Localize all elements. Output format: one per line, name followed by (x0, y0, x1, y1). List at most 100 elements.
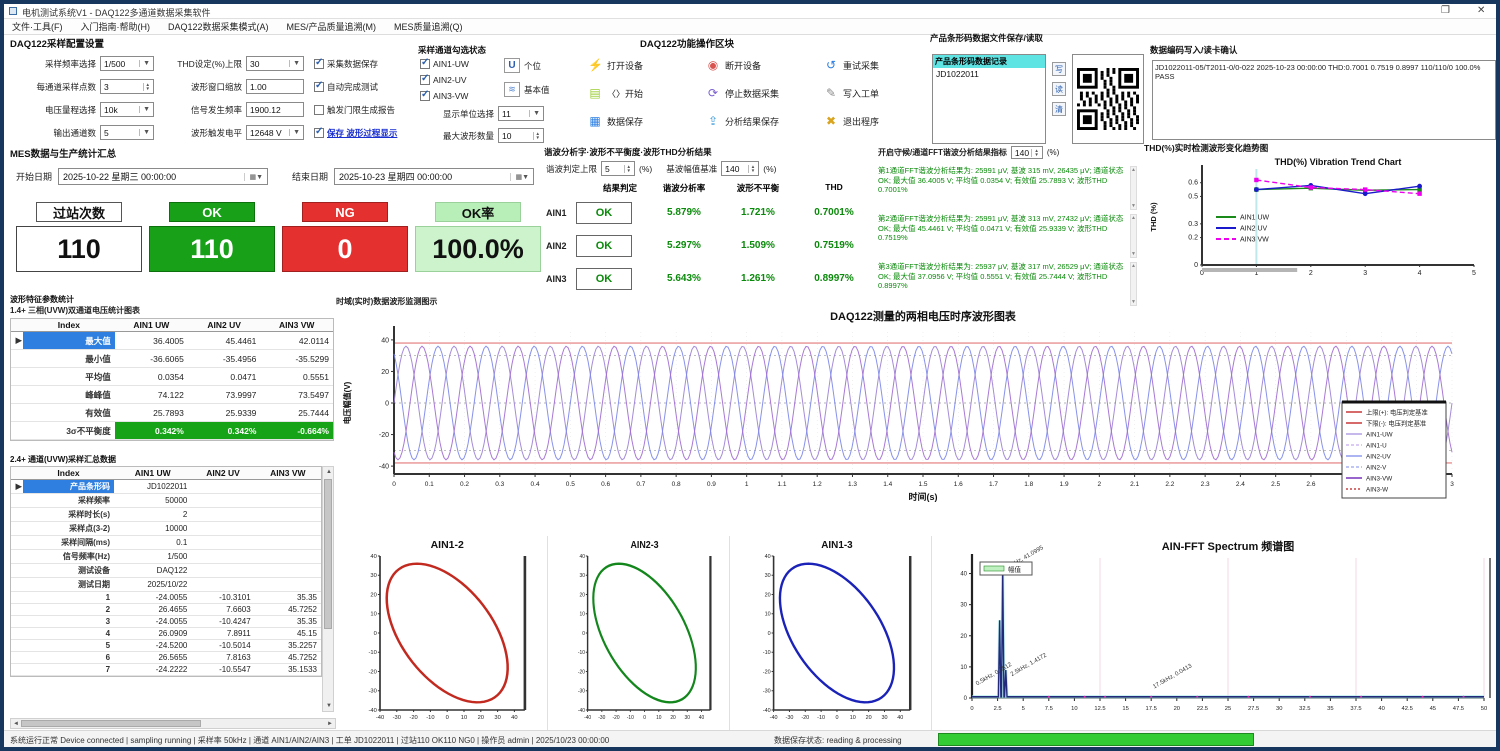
table-row[interactable]: 峰峰值74.12273.999773.5497 (11, 386, 333, 404)
menu-item-2[interactable]: DAQ122数据采集模式(A) (168, 20, 269, 33)
config-control[interactable]: 5▼ (100, 125, 154, 140)
display-unit-value: 11 (502, 109, 511, 119)
menu-item-3[interactable]: MES/产品质量追溯(M) (287, 20, 377, 33)
op-button-6[interactable]: ✎写入工单 (824, 86, 879, 100)
waveform-legend: 上限(+): 电压判定基准下限(-): 电压判定基准AIN1-UWAIN1-UA… (1342, 402, 1446, 498)
scroll-left-icon[interactable]: ◄ (13, 721, 19, 727)
config-control[interactable]: 12648 V▼ (246, 125, 304, 140)
table-cell: 0.0471 (188, 368, 261, 386)
barcode-side-button-写[interactable]: 写 (1052, 62, 1066, 76)
display-unit-select[interactable]: 11▼ (498, 106, 544, 121)
table-cell: 1/500 (114, 550, 191, 564)
thd-value: 1.509% (726, 240, 790, 251)
table-row[interactable]: 最小值-36.6065-35.4956-35.5299 (11, 350, 333, 368)
config-control[interactable]: 3▲▼ (100, 79, 154, 94)
op-button-9[interactable]: ✖退出程序 (824, 114, 879, 128)
mini-scrollbar[interactable]: ▲▼ (1130, 214, 1137, 258)
scroll-up-icon[interactable]: ▲ (1131, 263, 1136, 269)
svg-text:0: 0 (970, 706, 973, 712)
scroll-up-icon[interactable]: ▲ (326, 469, 332, 475)
table-row[interactable]: 采样频率50000 (11, 494, 321, 508)
op-button-3[interactable]: ↺重试采集 (824, 58, 879, 72)
table-row[interactable]: 测试设备DAQ122 (11, 564, 321, 578)
table-row[interactable]: ▶产品条形码JD1022011 (11, 480, 321, 494)
config-checkbox[interactable]: 触发门限生成报告 (314, 104, 395, 116)
analysis-stepper[interactable]: 140▲▼ (1011, 146, 1043, 159)
row-selector (11, 664, 23, 676)
thd-value: 5.643% (652, 273, 716, 284)
svg-text:-10: -10 (763, 650, 771, 656)
channel-checkbox-ain1-uw[interactable]: AIN1-UW (420, 59, 469, 69)
encode-textbox[interactable]: JD1022011-05/T2011-0/0-022 2025-10-23 00… (1152, 60, 1496, 140)
op-button-8[interactable]: ⇪分析结果保存 (706, 114, 779, 128)
spinner-arrows-icon: ▲▼ (1031, 149, 1038, 157)
table-cell: 平均值 (23, 368, 115, 386)
scroll-right-icon[interactable]: ► (327, 721, 333, 727)
table-row[interactable]: 采样间隔(ms)0.1 (11, 536, 321, 550)
table-row[interactable]: 626.56557.816345.7252 (11, 652, 321, 664)
barcode-side-button-清[interactable]: 清 (1052, 102, 1066, 116)
panel-title: DAQ122功能操作区块 (640, 36, 924, 50)
max-wave-stepper[interactable]: 10▲▼ (498, 128, 544, 143)
table-row[interactable]: 测试日期2025/10/22 (11, 578, 321, 592)
table-row[interactable]: 7-24.2222-10.554735.1533 (11, 664, 321, 676)
op-button-7[interactable]: ▦数据保存 (588, 114, 643, 128)
config-checkbox[interactable]: 采集数据保存 (314, 58, 378, 70)
table-cell (255, 578, 321, 592)
scroll-down-icon[interactable]: ▼ (326, 703, 332, 709)
vertical-scrollbar[interactable]: ▲ ▼ (322, 466, 334, 712)
scroll-down-icon[interactable]: ▼ (1131, 251, 1136, 257)
table-row[interactable]: 有效值25.789325.933925.7444 (11, 404, 333, 422)
barcode-list-item[interactable]: JD1022011 (933, 68, 1045, 80)
table-row[interactable]: 226.46557.660345.7252 (11, 604, 321, 616)
table-row[interactable]: 平均值0.03540.04710.5551 (11, 368, 333, 386)
config-control[interactable]: 1.00 (246, 79, 304, 94)
config-value: 1/500 (104, 59, 125, 69)
menu-item-0[interactable]: 文件·工具(F) (12, 20, 63, 33)
config-control[interactable]: 30▼ (246, 56, 304, 71)
svg-text:10: 10 (370, 612, 376, 618)
svg-text:10: 10 (579, 612, 585, 618)
menu-item-1[interactable]: 入门指南·帮助(H) (81, 20, 151, 33)
table-cell: -35.4956 (188, 350, 261, 368)
scroll-down-icon[interactable]: ▼ (1131, 203, 1136, 209)
harmonic-limit-stepper[interactable]: 5▲▼ (601, 161, 635, 176)
table-row[interactable]: ▶最大值36.400545.446142.0114 (11, 332, 333, 350)
row-selector (11, 368, 23, 386)
table-row[interactable]: 426.09097.891145.15 (11, 628, 321, 640)
table-row[interactable]: 3σ不平衡度0.342%0.342%-0.664% (11, 422, 333, 440)
channel-checkbox-ain2-uv[interactable]: AIN2-UV (420, 75, 467, 85)
config-checkbox[interactable]: 保存 波形过程显示 (314, 127, 397, 139)
scroll-up-icon[interactable]: ▲ (1131, 167, 1136, 173)
barcode-side-button-读[interactable]: 读 (1052, 82, 1066, 96)
table-row[interactable]: 3-24.0055-10.424735.35 (11, 616, 321, 628)
maximize-button[interactable]: ❐ (1441, 5, 1450, 16)
horizontal-scrollbar[interactable]: ◄ ► (10, 718, 336, 729)
fundamental-base-stepper[interactable]: 140▲▼ (721, 161, 759, 176)
menu-item-4[interactable]: MES质量追溯(Q) (394, 20, 463, 33)
channel-checkbox-ain3-vw[interactable]: AIN3-VW (420, 91, 468, 101)
config-control[interactable]: 1/500▼ (100, 56, 154, 71)
barcode-list[interactable]: 产品条形码数据记录 JD1022011 (932, 54, 1046, 144)
config-checkbox[interactable]: 自动完成测试 (314, 81, 378, 93)
config-control[interactable]: 10k▼ (100, 102, 154, 117)
svg-text:AIN1 UW: AIN1 UW (1240, 215, 1270, 222)
table-row[interactable]: 5-24.5200-10.501435.2257 (11, 640, 321, 652)
op-button-1[interactable]: ⚡打开设备 (588, 58, 643, 72)
svg-text:0: 0 (835, 715, 838, 721)
config-control[interactable]: 1900.12 (246, 102, 304, 117)
table-row[interactable]: 采样时长(s)2 (11, 508, 321, 522)
op-button-5[interactable]: ⟳停止数据采集 (706, 86, 779, 100)
scroll-up-icon[interactable]: ▲ (1131, 215, 1136, 221)
base-value-button[interactable]: ≋ 基本值 (504, 82, 550, 97)
table-row[interactable]: 信号频率(Hz)1/500 (11, 550, 321, 564)
start-date-field[interactable]: 2025-10-22 星期三 00:00:00▦▼ (58, 168, 268, 185)
op-button-4[interactable]: ▤〈〉开始 (588, 86, 643, 100)
op-button-2[interactable]: ◉断开设备 (706, 58, 761, 72)
end-date-field[interactable]: 2025-10-23 星期四 00:00:00▦▼ (334, 168, 534, 185)
table-row[interactable]: 1-24.0055-10.310135.35 (11, 592, 321, 604)
unit-button[interactable]: U 个位 (504, 58, 541, 73)
mini-scrollbar[interactable]: ▲▼ (1130, 166, 1137, 210)
close-button[interactable]: ✕ (1477, 5, 1485, 16)
table-row[interactable]: 采样点(3-2)10000 (11, 522, 321, 536)
